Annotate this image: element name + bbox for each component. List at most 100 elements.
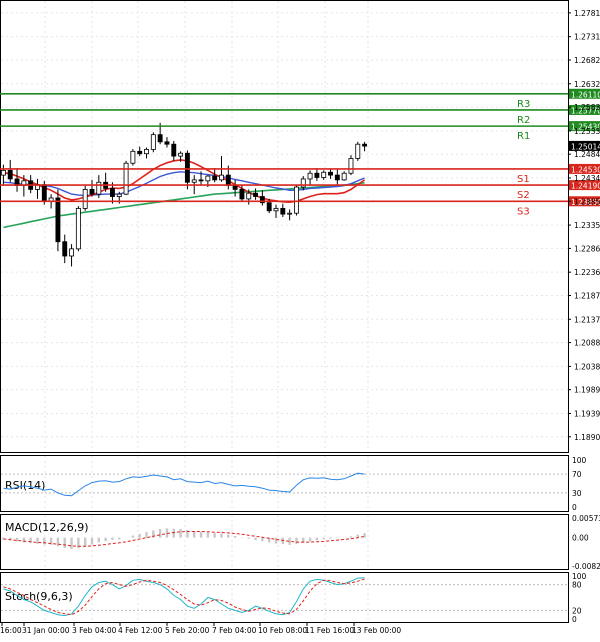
rsi-axis-label: 70 (572, 470, 582, 479)
candle-body (362, 143, 368, 147)
candle-body (205, 175, 211, 182)
macd-axis-label: 0.005731 (572, 514, 600, 523)
candle (130, 148, 136, 166)
level-name-s3: S3 (517, 206, 530, 217)
candle-body (328, 171, 333, 176)
candle (355, 141, 361, 161)
time-tick-label: 3 Feb 04:00 (72, 626, 117, 635)
stoch-label: Stoch(9,6,3) (5, 590, 73, 603)
candle-body (191, 179, 197, 183)
candle-body (110, 188, 115, 197)
main-panel-frame (0, 0, 569, 453)
level-name-r1: R1 (517, 131, 530, 142)
candle-body (123, 162, 129, 195)
level-name-r3: R3 (517, 99, 530, 110)
price-tick-label: 1.20880 (574, 339, 600, 348)
candle (75, 206, 81, 252)
price-tick-label: 1.24340 (574, 174, 600, 183)
chart-window: R3 1.26110 R2 1.25770 R1 1.25430 S1 1.24530 S2 1.… (0, 0, 600, 638)
time-axis: 16:00 31 Jan 00:00 3 Feb 04:00 4 Feb 12:00 5… (0, 622, 401, 635)
candle-body (307, 172, 313, 180)
time-tick-label: 16:00 (0, 626, 22, 635)
rsi-axis-label: 30 (572, 489, 582, 498)
candle-body (225, 174, 231, 186)
candle-body (280, 208, 286, 215)
candle (150, 132, 156, 153)
rsi-panel-frame (0, 455, 569, 512)
candle-body (232, 185, 238, 190)
macd-axis-label: 0.00 (572, 534, 589, 543)
price-tick-label: 1.22860 (574, 244, 600, 253)
candle-body (253, 192, 258, 197)
level-name-r2: R2 (517, 115, 530, 126)
rsi-label: RSI(14) (5, 479, 45, 492)
level-price-tag: 1.26110 (571, 90, 600, 99)
candle-body (178, 152, 184, 157)
candle-body (321, 171, 327, 178)
price-tick-label: 1.18900 (574, 433, 600, 442)
price-tick-label: 1.20380 (574, 362, 600, 371)
price-tick-label: 1.23350 (574, 221, 600, 230)
candle-body (55, 197, 61, 243)
price-tick-label: 1.27310 (574, 33, 600, 42)
candle-body (89, 188, 95, 195)
stoch-panel-frame (0, 572, 569, 623)
candle-body (69, 248, 74, 257)
price-tick-label: 1.21370 (574, 315, 600, 324)
candle-body (116, 193, 122, 197)
candle (123, 160, 129, 196)
price-tick-label: 1.22360 (574, 268, 600, 277)
candle-body (96, 181, 102, 195)
candle-body (334, 174, 340, 181)
candle-body (164, 141, 170, 145)
candle-body (219, 174, 224, 181)
candle-body (212, 175, 218, 181)
price-tick-label: 1.27810 (574, 9, 600, 18)
candle-body (7, 169, 13, 180)
macd-axis-label: -0.00826 (572, 562, 600, 571)
candle (293, 184, 299, 216)
candle-body (130, 150, 136, 164)
candle-body (355, 143, 361, 159)
candle (348, 155, 354, 176)
level-name-s2: S2 (517, 190, 530, 201)
price-tick-label: 1.23850 (574, 197, 600, 206)
candle-body (246, 192, 252, 200)
rsi-axis-label: 0 (572, 503, 577, 512)
candle-body (184, 152, 190, 183)
price-axis: 1.27810 1.27310 1.26820 1.26320 1.25830 1.253… (568, 9, 600, 442)
candle-body (82, 188, 88, 209)
candle-body (62, 241, 68, 257)
price-tick-label: 1.26820 (574, 56, 600, 65)
candle-body (293, 186, 299, 214)
price-tick-label: 1.21870 (574, 291, 600, 300)
candle-body (314, 172, 320, 178)
price-tick-label: 1.19390 (574, 409, 600, 418)
macd-label: MACD(12,26,9) (5, 521, 89, 534)
rsi-axis-label: 100 (572, 456, 587, 465)
current-price-tag: 1.25014 (571, 142, 600, 151)
candle-body (150, 134, 156, 150)
stoch-axis-label: 0 (572, 615, 577, 624)
candle-body (0, 169, 6, 176)
candle-body (171, 143, 177, 157)
price-tick-label: 1.25830 (574, 103, 600, 112)
candle-body (137, 150, 143, 155)
candle-body (239, 188, 245, 200)
time-tick-label: 4 Feb 12:00 (118, 626, 163, 635)
price-tick-label: 1.26320 (574, 80, 600, 89)
time-tick-label: 5 Feb 20:00 (165, 626, 210, 635)
candle-body (198, 179, 204, 182)
price-tick-label: 1.24840 (574, 150, 600, 159)
price-tick-label: 1.19890 (574, 386, 600, 395)
candle-body (273, 208, 279, 212)
candle-body (157, 134, 163, 143)
candle-body (75, 208, 81, 250)
candle-body (287, 212, 293, 215)
candle-body (41, 184, 47, 202)
candle-body (348, 158, 354, 174)
price-tick-label: 1.25330 (574, 127, 600, 136)
level-name-s1: S1 (517, 174, 530, 185)
candle-body (144, 149, 149, 155)
candle (55, 189, 61, 252)
